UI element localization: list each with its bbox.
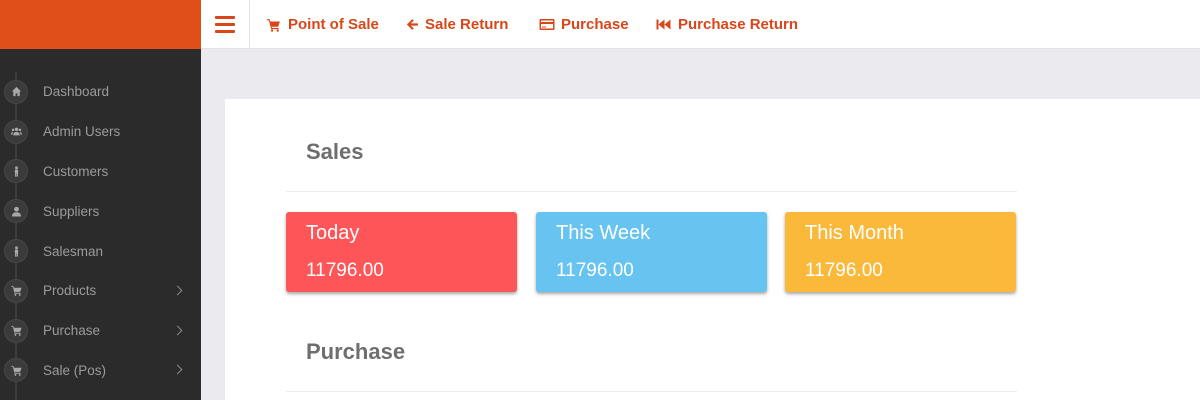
brand-bar xyxy=(0,0,201,49)
person-icon xyxy=(4,159,28,184)
sidebar-item-label: Suppliers xyxy=(43,203,100,219)
chevron-right-icon xyxy=(172,325,183,336)
card-value: 11796.00 xyxy=(805,260,883,281)
sidebar-item-label: Purchase xyxy=(43,323,101,339)
card-value: 11796.00 xyxy=(556,260,634,281)
purchase-section-title: Purchase xyxy=(306,339,406,364)
sidebar-item-label: Dashboard xyxy=(43,84,110,100)
arrow-left-icon xyxy=(406,19,418,30)
sidebar: Dashboard Admin Users Customers Supplier… xyxy=(0,0,201,400)
sidebar-item-salesman[interactable]: Salesman xyxy=(0,231,201,271)
home-icon xyxy=(4,79,28,104)
nav-link-label: Sale Return xyxy=(425,16,509,33)
sidebar-item-products[interactable]: Products xyxy=(0,271,201,311)
nav-purchase[interactable]: Purchase xyxy=(539,0,629,49)
hamburger-bar xyxy=(215,30,235,33)
sales-card-this-month[interactable]: This Month 11796.00 xyxy=(785,212,1016,292)
sidebar-item-purchase[interactable]: Purchase xyxy=(0,311,201,351)
sales-card-this-week[interactable]: This Week 11796.00 xyxy=(536,212,767,292)
section-divider xyxy=(286,191,1017,192)
nav-point-of-sale[interactable]: Point of Sale xyxy=(265,0,379,49)
nav-link-label: Point of Sale xyxy=(288,16,379,33)
person-icon xyxy=(4,239,28,264)
nav-link-label: Purchase xyxy=(561,16,629,33)
hamburger-bar xyxy=(215,23,235,26)
top-navbar: Point of Sale Sale Return Purchase Purch… xyxy=(201,0,1200,49)
sidebar-item-label: Sale (Pos) xyxy=(43,362,107,378)
cart-icon xyxy=(4,358,28,383)
section-divider xyxy=(286,391,1017,392)
chevron-right-icon xyxy=(172,365,183,375)
cart-icon xyxy=(267,18,280,32)
nav-link-label: Purchase Return xyxy=(678,16,799,33)
card-label: This Week xyxy=(556,222,651,244)
nav-purchase-return[interactable]: Purchase Return xyxy=(656,0,798,49)
sidebar-item-suppliers[interactable]: Suppliers xyxy=(0,191,201,231)
cart-icon xyxy=(4,278,28,303)
sidebar-item-customers[interactable]: Customers xyxy=(0,152,201,192)
sidebar-item-label: Products xyxy=(43,283,97,299)
credit-card-icon xyxy=(539,19,555,30)
card-label: Today xyxy=(306,222,360,244)
sidebar-item-label: Salesman xyxy=(43,243,104,259)
card-label: This Month xyxy=(805,222,904,244)
main-content: Sales Today 11796.00 This Week 11796.00 … xyxy=(225,99,1200,400)
fast-backward-icon xyxy=(656,19,671,30)
sidebar-item-label: Admin Users xyxy=(43,124,121,140)
cart-icon xyxy=(4,318,28,343)
sidebar-item-dashboard[interactable]: Dashboard xyxy=(0,72,201,112)
users-icon xyxy=(4,119,28,144)
sidebar-menu: Dashboard Admin Users Customers Supplier… xyxy=(0,72,201,390)
sidebar-item-admin-users[interactable]: Admin Users xyxy=(0,112,201,152)
hamburger-bar xyxy=(215,16,235,19)
chevron-right-icon xyxy=(172,285,183,296)
sidebar-item-label: Customers xyxy=(43,163,109,179)
sidebar-item-sale-pos[interactable]: Sale (Pos) xyxy=(0,351,201,391)
sales-section-title: Sales xyxy=(306,139,364,164)
user-icon xyxy=(4,199,28,224)
sales-card-today[interactable]: Today 11796.00 xyxy=(286,212,517,292)
card-value: 11796.00 xyxy=(306,260,384,281)
menu-toggle-button[interactable] xyxy=(201,0,250,49)
nav-sale-return[interactable]: Sale Return xyxy=(406,0,508,49)
